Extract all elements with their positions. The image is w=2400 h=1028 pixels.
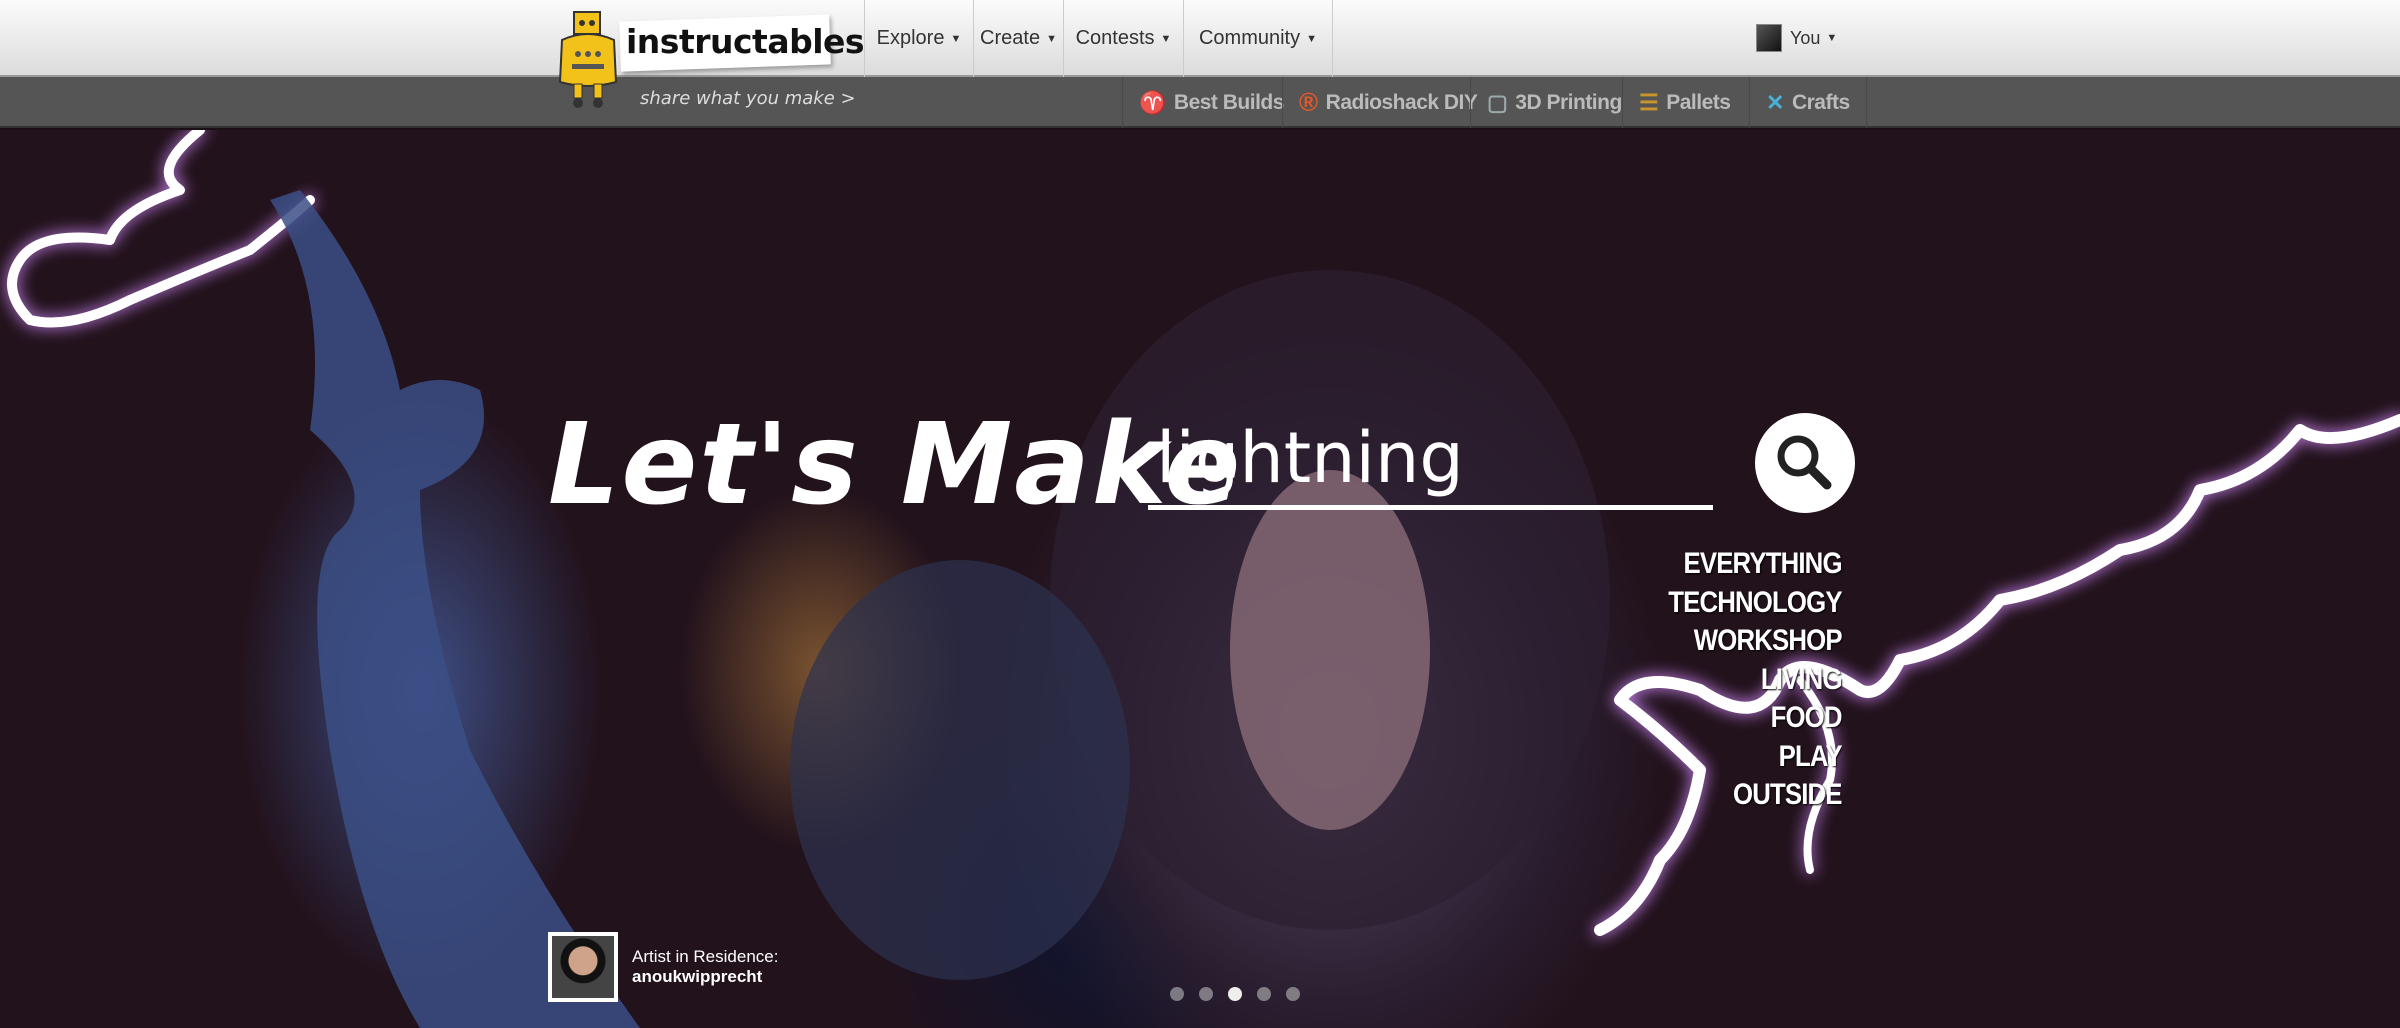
- subnav-3d-printing[interactable]: ▢ 3D Printing: [1470, 77, 1638, 128]
- subnav-label: 3D Printing: [1515, 91, 1622, 115]
- artist-name[interactable]: anoukwipprecht: [632, 967, 778, 987]
- nav-create[interactable]: Create ▼: [973, 0, 1063, 77]
- nav-community[interactable]: Community ▼: [1183, 0, 1333, 77]
- category-food[interactable]: FOOD: [1669, 699, 1842, 738]
- radioshack-logo-icon: ®: [1299, 87, 1318, 118]
- category-play[interactable]: PLAY: [1669, 738, 1842, 777]
- category-list: EVERYTHING TECHNOLOGY WORKSHOP LIVING FO…: [1640, 545, 1842, 815]
- user-avatar: [1756, 24, 1782, 52]
- ram-logo-icon: ♈: [1139, 90, 1166, 116]
- slide-indicators: [1170, 987, 1300, 1001]
- subnav-radioshack-diy[interactable]: ® Radioshack DIY: [1282, 77, 1493, 128]
- slide-dot-4[interactable]: [1257, 987, 1271, 1001]
- nav-label: Explore: [877, 27, 945, 50]
- category-outside[interactable]: OUTSIDE: [1669, 776, 1842, 815]
- slide-dot-5[interactable]: [1286, 987, 1300, 1001]
- caret-down-icon: ▼: [1826, 32, 1837, 44]
- subnav-label: Pallets: [1666, 91, 1730, 115]
- category-everything[interactable]: EVERYTHING: [1669, 545, 1842, 584]
- artist-in-residence[interactable]: Artist in Residence: anoukwipprecht: [548, 932, 778, 1002]
- artist-avatar[interactable]: [548, 932, 618, 1002]
- subnav-crafts[interactable]: ✕ Crafts: [1749, 77, 1867, 128]
- search-button[interactable]: [1755, 413, 1855, 513]
- nav-label: Contests: [1076, 27, 1155, 50]
- subnav-label: Best Builds: [1174, 91, 1284, 115]
- caret-down-icon: ▼: [950, 33, 961, 45]
- lightning-background-image: [0, 130, 2400, 1028]
- nav-label: Community: [1199, 27, 1300, 50]
- caret-down-icon: ▼: [1306, 33, 1317, 45]
- user-menu[interactable]: You ▼: [1756, 24, 1837, 52]
- cube-icon: ▢: [1487, 90, 1507, 116]
- category-living[interactable]: LIVING: [1669, 661, 1842, 700]
- hero-banner: Let's Make EVERYTHING TECHNOLOGY WORKSHO…: [0, 130, 2400, 1028]
- slide-dot-1[interactable]: [1170, 987, 1184, 1001]
- pallet-icon: ☰: [1639, 90, 1658, 116]
- search-icon: [1755, 413, 1855, 513]
- nav-contests[interactable]: Contests ▼: [1063, 0, 1183, 77]
- nav-explore[interactable]: Explore ▼: [864, 0, 973, 77]
- robot-mascot-icon: [556, 10, 620, 110]
- subnav-pallets[interactable]: ☰ Pallets: [1622, 77, 1746, 128]
- slide-dot-3[interactable]: [1228, 987, 1242, 1001]
- subnav-best-builds[interactable]: ♈ Best Builds: [1122, 77, 1300, 128]
- user-label: You: [1790, 28, 1820, 49]
- hero-headline: Let's Make: [548, 400, 1242, 530]
- category-workshop[interactable]: WORKSHOP: [1669, 622, 1842, 661]
- logo-text: instructables: [626, 22, 864, 61]
- subnav-label: Radioshack DIY: [1326, 91, 1478, 115]
- slide-dot-2[interactable]: [1199, 987, 1213, 1001]
- caret-down-icon: ▼: [1046, 33, 1057, 45]
- caret-down-icon: ▼: [1161, 33, 1172, 45]
- scissors-icon: ✕: [1766, 90, 1784, 116]
- category-technology[interactable]: TECHNOLOGY: [1669, 584, 1842, 623]
- artist-label: Artist in Residence:: [632, 947, 778, 967]
- share-what-you-make-link[interactable]: share what you make >: [640, 88, 856, 109]
- search-input[interactable]: [1148, 410, 1713, 510]
- subnav-label: Crafts: [1792, 91, 1850, 115]
- nav-label: Create: [980, 27, 1040, 50]
